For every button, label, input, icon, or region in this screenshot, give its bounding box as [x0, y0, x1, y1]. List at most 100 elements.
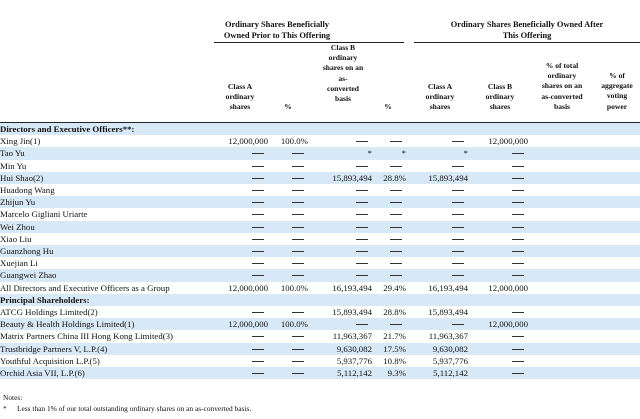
- value-cell: [590, 147, 640, 160]
- dash-cell: —: [214, 184, 268, 196]
- dash-cell: —: [268, 196, 308, 209]
- empty-cell: [268, 293, 308, 307]
- dash-cell: —: [268, 342, 308, 355]
- holder-name: Tao Yu: [0, 147, 214, 160]
- dash-mark: [390, 165, 402, 167]
- col-header-line: ordinary: [225, 92, 255, 102]
- dash-mark: [252, 251, 264, 253]
- value-cell: [590, 171, 640, 185]
- dash-mark: [452, 238, 464, 240]
- dash-mark: [252, 373, 264, 375]
- holder-name: Hui Shao(2): [0, 171, 214, 185]
- dash-mark: [356, 226, 368, 228]
- dash-mark: [390, 214, 402, 216]
- dash-mark: [292, 177, 304, 179]
- dash-cell: —: [268, 208, 308, 220]
- group-header-after-line1: Ordinary Shares Beneficially Owned After: [450, 20, 604, 29]
- value-cell: 16,193,494: [428, 282, 468, 293]
- value-cell: [528, 233, 590, 245]
- table-section-row: Principal Shareholders:: [0, 293, 640, 307]
- value-cell: 5,937,776: [432, 355, 468, 366]
- dash-cell: —: [372, 208, 406, 220]
- dash-cell: —: [268, 171, 308, 185]
- dash-mark: [512, 165, 524, 167]
- empty-cell: [372, 123, 406, 136]
- dash-mark: [252, 238, 264, 240]
- value-cell: 9.3%: [372, 367, 406, 380]
- value-cell: [590, 135, 640, 147]
- value-cell: 15,893,494: [406, 171, 468, 185]
- group-rule-after: [414, 42, 640, 43]
- empty-cell: [308, 123, 372, 136]
- dash-cell: —: [406, 160, 468, 172]
- holder-name: Xuejian Li: [0, 258, 38, 269]
- dash-cell: —: [406, 184, 468, 196]
- dash-cell: —: [214, 330, 268, 342]
- dash-mark: [512, 238, 524, 240]
- dash-cell: —: [372, 257, 406, 269]
- empty-cell: [590, 293, 640, 307]
- value-cell: 9,630,082: [308, 342, 372, 355]
- value-cell: [528, 269, 590, 282]
- value-cell: [590, 233, 640, 245]
- dash-mark: [252, 348, 264, 350]
- value-cell: [590, 184, 640, 196]
- table-row: Marcelo Gigliani Uriarte——————: [0, 208, 640, 220]
- col-header-line: shares on an: [541, 81, 583, 91]
- col-header-line: as-: [338, 73, 348, 83]
- dash-cell: —: [372, 245, 406, 258]
- dash-cell: —: [308, 245, 372, 258]
- dash-cell: —: [372, 135, 406, 147]
- holder-name: ATCG Holdings Limited(2): [0, 307, 98, 318]
- dash-mark: [252, 275, 264, 277]
- table-row: Beauty & Health Holdings Limited(1) 12,00…: [0, 318, 640, 331]
- dash-mark: [252, 165, 264, 167]
- value-cell: 12,000,000: [468, 318, 528, 331]
- col-header-line: voting: [606, 91, 628, 101]
- dash-cell: —: [372, 196, 406, 209]
- dash-cell: —: [214, 147, 268, 160]
- dash-cell: —: [268, 355, 308, 367]
- dash-cell: —: [406, 196, 468, 209]
- value-cell: [528, 282, 590, 294]
- dash-mark: [390, 324, 402, 326]
- table-row: Xing Jin(1)12,000,000100.0%———12,000,000: [0, 135, 640, 147]
- empty-cell: [468, 123, 528, 136]
- dash-cell: —: [308, 184, 372, 196]
- value-cell: [590, 220, 640, 233]
- holder-name: Min Yu: [0, 160, 27, 171]
- dash-mark: [390, 251, 402, 253]
- dash-mark: [512, 373, 524, 375]
- col-header-line: ordinary: [485, 92, 515, 102]
- notes-heading: Notes:: [3, 393, 23, 402]
- value-cell: 12,000,000: [228, 282, 268, 293]
- table-row: Zhijun Yu——————: [0, 196, 640, 209]
- holder-name: Guangwei Zhao: [0, 269, 214, 282]
- dash-cell: —: [372, 160, 406, 172]
- col-header-class-a-prior: Class A ordinary shares: [214, 82, 266, 113]
- col-header-line: % of total: [545, 61, 579, 70]
- dash-mark: [452, 190, 464, 192]
- dash-cell: —: [468, 147, 528, 160]
- value-cell: [590, 306, 640, 318]
- value-cell: 29.4%: [383, 282, 406, 293]
- value-cell: [528, 367, 590, 380]
- holder-name: All Directors and Executive Officers as …: [0, 282, 170, 293]
- dash-mark: [512, 263, 524, 265]
- group-header-prior-line2: Owned Prior to This Offering: [223, 31, 331, 40]
- dash-cell: —: [214, 367, 268, 380]
- dash-cell: —: [214, 342, 268, 355]
- ownership-table: Directors and Executive Officers**: Xing …: [0, 123, 640, 380]
- empty-cell: [214, 123, 268, 136]
- dash-mark: [452, 324, 464, 326]
- dash-cell: —: [406, 233, 468, 245]
- holder-name: Trustbridge Partners V, L.P.(4): [0, 342, 214, 355]
- footnote-text: Less than 1% of our total outstanding or…: [17, 404, 252, 413]
- value-cell: [528, 245, 590, 258]
- holder-name: Orchid Asia VII, L.P.(6): [0, 367, 214, 380]
- value-cell: 100.0%: [268, 318, 308, 331]
- holder-name: Guanzhong Hu: [0, 245, 214, 258]
- value-cell: 28.8%: [372, 171, 406, 185]
- dash-cell: —: [468, 220, 528, 233]
- value-cell: 16,193,494: [332, 282, 372, 293]
